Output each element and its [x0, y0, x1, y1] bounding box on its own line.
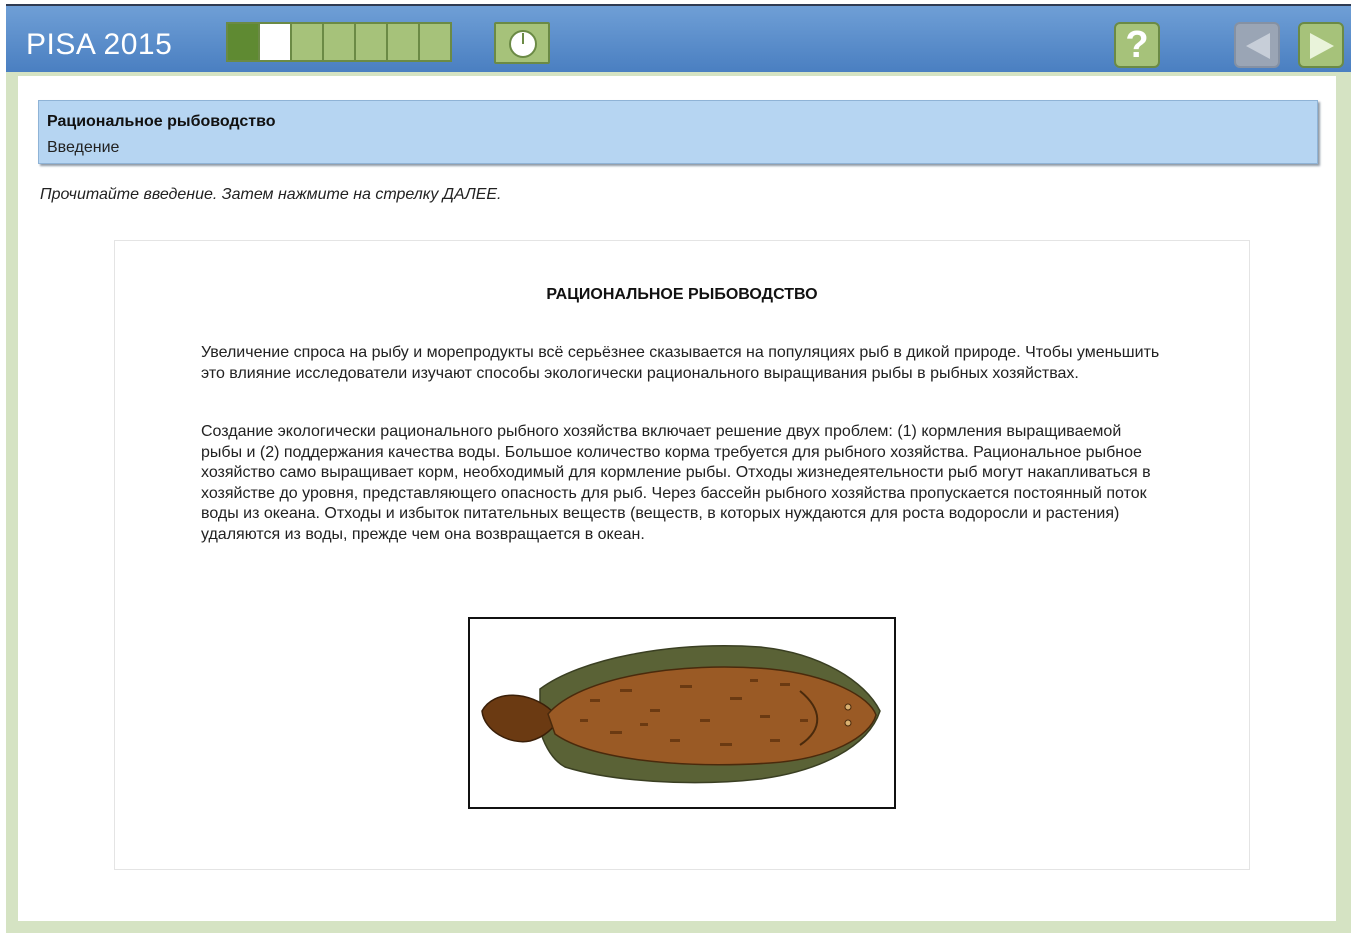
timer-button[interactable]: [494, 22, 550, 64]
progress-indicator: [226, 22, 452, 62]
content-panel: Рациональное рыбоводство Введение Прочит…: [18, 76, 1336, 921]
progress-segment: [324, 24, 356, 60]
instruction-text: Прочитайте введение. Затем нажмите на ст…: [40, 186, 502, 203]
help-button[interactable]: ?: [1114, 22, 1160, 68]
stimulus-title: РАЦИОНАЛЬНОЕ РЫБОВОДСТВО: [546, 286, 818, 303]
unit-title: Рациональное рыбоводство: [47, 113, 276, 130]
progress-segment: [292, 24, 324, 60]
next-button[interactable]: [1298, 22, 1344, 68]
unit-subtitle: Введение: [47, 139, 120, 156]
arrow-left-icon: [1246, 33, 1270, 59]
progress-segment: [356, 24, 388, 60]
clock-icon: [509, 30, 537, 58]
progress-segment-current: [260, 24, 292, 60]
back-button[interactable]: [1234, 22, 1280, 68]
fish-image-frame: [468, 617, 896, 809]
progress-segment: [228, 24, 260, 60]
app-frame: PISA 2015 ? Рациональное рыбоводство Вве…: [6, 4, 1351, 933]
top-toolbar: PISA 2015 ?: [6, 4, 1351, 72]
progress-segment: [388, 24, 420, 60]
app-brand: PISA 2015: [26, 28, 173, 61]
progress-segment: [420, 24, 450, 60]
stimulus-panel[interactable]: РАЦИОНАЛЬНОЕ РЫБОВОДСТВО Увеличение спро…: [114, 240, 1250, 870]
stimulus-paragraph: Создание экологически рационального рыбн…: [201, 423, 1151, 543]
unit-header: Рациональное рыбоводство Введение: [38, 100, 1318, 164]
stimulus-paragraph: Увеличение спроса на рыбу и морепродукты…: [201, 344, 1160, 382]
flatfish-illustration: [481, 645, 881, 784]
arrow-right-icon: [1310, 33, 1334, 59]
